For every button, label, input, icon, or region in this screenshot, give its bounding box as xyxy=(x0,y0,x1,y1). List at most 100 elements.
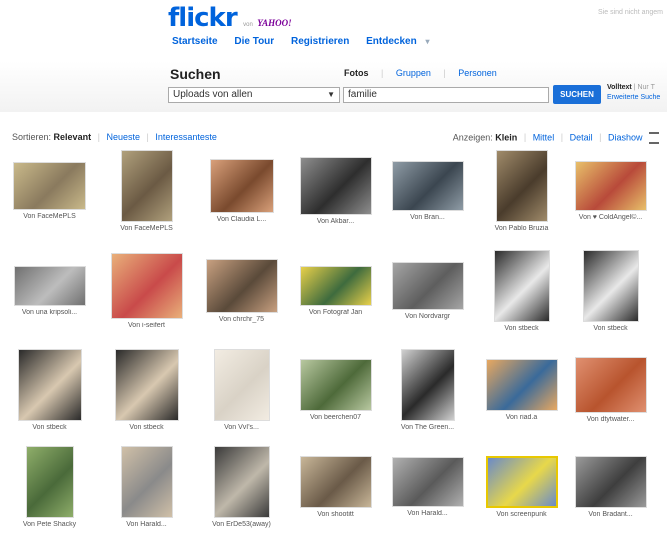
photo-thumbnail[interactable] xyxy=(213,349,270,421)
search-type-tabs: Fotos | Gruppen | Personen xyxy=(344,68,507,78)
photo-owner-link[interactable]: Von Harald... xyxy=(99,521,194,528)
tags-only-option[interactable]: | Nur T xyxy=(634,84,655,91)
photo-thumbnail[interactable] xyxy=(574,161,647,211)
photo-owner-link[interactable]: Von stbeck xyxy=(474,325,569,332)
photo-owner-link[interactable]: Von VvI's... xyxy=(194,424,289,431)
photo-thumbnail[interactable] xyxy=(485,456,558,508)
photo-grid: Von FaceMePLS Von FaceMePLS Von Claudia L.… xyxy=(0,146,667,537)
photo-owner-link[interactable]: Von stbeck xyxy=(2,424,97,431)
photo-thumbnail[interactable] xyxy=(13,162,86,210)
photo-owner-link[interactable]: Von riad.a xyxy=(474,414,569,421)
sort-bar: Sortieren: Relevant | Neueste | Interess… xyxy=(12,132,217,142)
photo-owner-link[interactable]: Von i-seifert xyxy=(99,322,194,329)
sort-neueste[interactable]: Neueste xyxy=(106,132,140,142)
view-bar: Anzeigen: Klein | Mittel | Detail | Dias… xyxy=(453,132,659,144)
photo-thumbnail[interactable] xyxy=(299,456,372,508)
photo-thumbnail[interactable] xyxy=(205,259,278,313)
photo-owner-link[interactable]: Von The Green... xyxy=(380,424,475,431)
volltext-option[interactable]: Volltext xyxy=(607,84,632,91)
chevron-down-icon[interactable]: ▾ xyxy=(425,37,429,46)
photo-owner-link[interactable]: Von FaceMePLS xyxy=(2,213,97,220)
search-options: Volltext | Nur T Erweiterte Suche xyxy=(607,83,660,103)
divider: | xyxy=(146,132,149,142)
photo-thumbnail[interactable] xyxy=(485,359,558,411)
photo-thumbnail[interactable] xyxy=(17,349,82,421)
photo-thumbnail[interactable] xyxy=(13,266,86,306)
tab-fotos[interactable]: Fotos xyxy=(344,68,369,78)
photo-owner-link[interactable]: Von Bradant... xyxy=(563,511,658,518)
photo-owner-link[interactable]: Von Bran... xyxy=(380,214,475,221)
view-mittel[interactable]: Mittel xyxy=(533,132,555,142)
photo-owner-link[interactable]: Von Fotograf Jan xyxy=(288,309,383,316)
photo-owner-link[interactable]: Von Pete Shacky xyxy=(2,521,97,528)
divider: | xyxy=(381,68,384,78)
divider: | xyxy=(560,132,564,143)
photo-owner-link[interactable]: Von stbeck xyxy=(99,424,194,431)
photo-owner-link[interactable]: Von una kripsoli... xyxy=(2,309,97,316)
photo-thumbnail[interactable] xyxy=(299,359,372,411)
photo-thumbnail[interactable] xyxy=(391,457,464,507)
photo-owner-link[interactable]: Von Nordvargr xyxy=(380,313,475,320)
photo-thumbnail[interactable] xyxy=(114,349,179,421)
photo-owner-link[interactable]: Von ♥ ColdAngel©... xyxy=(563,214,658,221)
nav-die-tour[interactable]: Die Tour xyxy=(234,36,274,47)
logo-by-text: von xyxy=(243,22,253,28)
dropdown-arrow-icon: ▼ xyxy=(327,90,335,99)
photo-owner-link[interactable]: Von ErDe53(away) xyxy=(194,521,289,528)
photo-owner-link[interactable]: Von beerchen07 xyxy=(288,414,383,421)
photo-thumbnail[interactable] xyxy=(574,456,647,508)
photo-thumbnail[interactable] xyxy=(493,250,550,322)
photo-owner-link[interactable]: Von stbeck xyxy=(563,325,658,332)
photo-thumbnail[interactable] xyxy=(213,446,270,518)
sort-relevant[interactable]: Relevant xyxy=(54,132,92,142)
nav-startseite[interactable]: Startseite xyxy=(172,36,218,47)
divider: | xyxy=(443,68,446,78)
search-scope-select[interactable]: Uploads von allen ▼ xyxy=(168,87,340,103)
view-detail[interactable]: Detail xyxy=(570,132,593,142)
photo-thumbnail[interactable] xyxy=(391,262,464,310)
tab-personen[interactable]: Personen xyxy=(458,68,497,78)
photo-thumbnail[interactable] xyxy=(25,446,74,518)
sort-label: Sortieren: xyxy=(12,132,52,142)
photo-thumbnail[interactable] xyxy=(391,161,464,211)
photo-thumbnail[interactable] xyxy=(495,150,548,222)
logo-wordmark: flickr xyxy=(168,3,238,33)
photo-thumbnail[interactable] xyxy=(400,349,455,421)
login-status: Sie sind nicht angem xyxy=(598,9,663,16)
view-klein[interactable]: Klein xyxy=(495,132,517,142)
photo-owner-link[interactable]: Von Pablo Bruzia xyxy=(474,225,569,232)
photo-owner-link[interactable]: Von dtytwater... xyxy=(563,416,658,423)
divider: | xyxy=(523,132,527,143)
view-label: Anzeigen: xyxy=(452,132,493,143)
photo-owner-link[interactable]: Von Harald... xyxy=(380,510,475,517)
photo-owner-link[interactable]: Von Claudia L... xyxy=(194,216,289,223)
photo-thumbnail[interactable] xyxy=(209,159,274,213)
view-diashow[interactable]: Diashow xyxy=(608,132,643,142)
search-button[interactable]: SUCHEN xyxy=(553,85,601,104)
photo-owner-link[interactable]: Von shootitt xyxy=(288,511,383,518)
yahoo-logo: YAHOO! xyxy=(257,18,292,28)
photo-thumbnail[interactable] xyxy=(582,250,639,322)
photo-owner-link[interactable]: Von FaceMePLS xyxy=(99,225,194,232)
photo-thumbnail[interactable] xyxy=(299,157,372,215)
site-header: flickr von YAHOO! Sie sind nicht angem S… xyxy=(0,0,667,112)
flickr-logo[interactable]: flickr von YAHOO! xyxy=(168,3,292,33)
nav-registrieren[interactable]: Registrieren xyxy=(291,36,349,47)
advanced-search-link[interactable]: Erweiterte Suche xyxy=(607,93,660,103)
divider: | xyxy=(97,132,100,142)
photo-owner-link[interactable]: Von Akbar... xyxy=(288,218,383,225)
search-input[interactable]: familie xyxy=(343,87,549,103)
photo-thumbnail[interactable] xyxy=(574,357,647,413)
photo-owner-link[interactable]: Von screenpunk xyxy=(474,511,569,518)
main-nav: Startseite Die Tour Registrieren Entdeck… xyxy=(172,36,443,47)
photo-thumbnail[interactable] xyxy=(120,150,173,222)
photo-thumbnail[interactable] xyxy=(110,253,183,319)
photo-thumbnail[interactable] xyxy=(299,266,372,306)
photo-thumbnail[interactable] xyxy=(120,446,173,518)
nav-entdecken[interactable]: Entdecken xyxy=(366,36,417,47)
slideshow-icon[interactable] xyxy=(649,132,659,144)
tab-gruppen[interactable]: Gruppen xyxy=(396,68,431,78)
scope-value: Uploads von allen xyxy=(173,89,253,100)
photo-owner-link[interactable]: Von chrchr_75 xyxy=(194,316,289,323)
sort-interessanteste[interactable]: Interessanteste xyxy=(155,132,217,142)
